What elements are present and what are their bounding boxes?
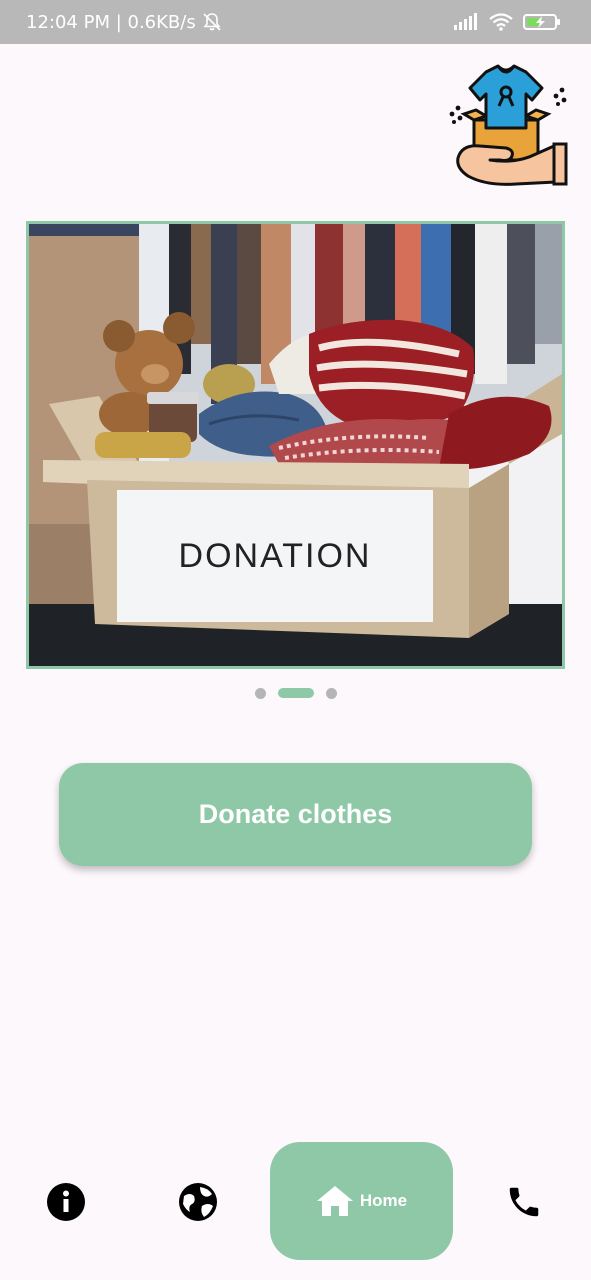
status-time-speed: 12:04 PM | 0.6KB/s [26, 11, 196, 33]
phone-icon [509, 1187, 539, 1217]
bottom-nav: Home [0, 1140, 591, 1262]
home-icon [316, 1186, 353, 1216]
image-carousel[interactable]: DONATION [26, 221, 565, 669]
nav-home-label: Home [359, 1191, 408, 1210]
nav-info[interactable] [40, 1176, 92, 1228]
nav-home[interactable]: Home [270, 1142, 453, 1260]
status-bar: 12:04 PM | 0.6KB/s [0, 0, 591, 44]
donation-box-photo: DONATION [29, 224, 562, 666]
nav-globe[interactable] [172, 1176, 224, 1228]
donate-clothes-button[interactable]: Donate clothes [59, 763, 532, 866]
carousel-dot[interactable] [325, 687, 337, 699]
nav-phone[interactable] [498, 1176, 550, 1228]
status-right [453, 13, 561, 31]
globe-icon [179, 1183, 217, 1221]
signal-icon [453, 13, 479, 31]
clothes-donation-logo [446, 62, 570, 190]
carousel-dot[interactable] [254, 687, 266, 699]
wifi-icon [489, 13, 513, 31]
donation-box-label: DONATION [179, 537, 372, 575]
mute-bell-icon [202, 12, 222, 32]
info-icon [47, 1183, 85, 1221]
battery-charging-icon [523, 13, 561, 31]
status-left: 12:04 PM | 0.6KB/s [26, 12, 222, 33]
carousel-dot-active[interactable] [277, 688, 314, 698]
carousel-indicator [0, 686, 591, 700]
